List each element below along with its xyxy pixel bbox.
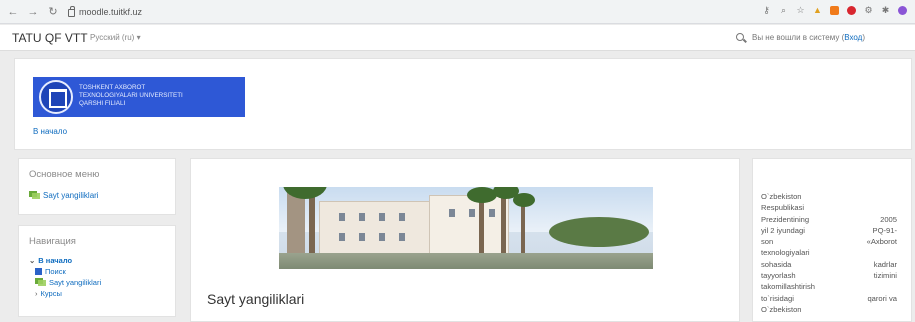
breadcrumb-home-link[interactable]: В начало <box>33 127 67 136</box>
search-square-icon <box>35 267 42 275</box>
logo-text: TOSHKENT AXBOROT TEXNOLOGIYALARI UNIVERS… <box>79 84 243 109</box>
puzzle-icon[interactable]: ✱ <box>881 6 890 15</box>
nav-news-label: Sayt yangiliklari <box>49 278 102 287</box>
reload-icon[interactable]: ↻ <box>46 5 60 19</box>
back-icon[interactable]: ← <box>6 5 20 19</box>
lock-icon <box>68 6 75 17</box>
navigation-title: Навигация <box>29 236 76 247</box>
url-text: moodle.tuitkf.uz <box>79 7 143 17</box>
news-forum-icon <box>29 191 40 199</box>
star-icon[interactable]: ☆ <box>796 6 805 15</box>
right-info-text: O`zbekiston Respublikasi Prezidentining 2… <box>761 191 897 315</box>
text-line: to`risidagi qarori va <box>761 293 897 303</box>
login-info: Вы не вошли в систему (Вход) <box>752 33 865 42</box>
news-forum-icon <box>35 278 46 286</box>
text-line: tayyorlash tizimini <box>761 271 897 281</box>
university-emblem-icon <box>39 80 73 114</box>
nav-home-node[interactable]: ⌄ В начало <box>29 256 101 267</box>
text-line: O`zbekiston <box>761 192 802 201</box>
section-title: Sayt yangiliklari <box>207 291 305 307</box>
extension-orange-icon[interactable] <box>830 6 839 15</box>
text-line: takomillashtirish <box>761 282 816 292</box>
main-menu-news-link[interactable]: Sayt yangiliklari <box>29 190 99 200</box>
nav-search-item[interactable]: Поиск <box>29 267 101 278</box>
nav-courses-item[interactable]: › Курсы <box>29 289 101 300</box>
profile-avatar-icon[interactable] <box>898 6 907 15</box>
logo-line: TOSHKENT AXBOROT <box>79 84 146 91</box>
navigation-block: Навигация ⌄ В начало Поиск Sayt yangilikl… <box>18 225 176 317</box>
chevron-down-icon: ⌄ <box>29 256 36 265</box>
text-line: Respublikasi <box>761 203 805 213</box>
main-menu-title: Основное меню <box>29 169 100 180</box>
right-info-block: O`zbekiston Respublikasi Prezidentining 2… <box>752 158 912 322</box>
text-line: sohasida kadrlar <box>761 259 897 269</box>
site-navbar: TATU QF VTT Русский (ru) ▾ Вы не вошли в… <box>0 25 915 51</box>
zoom-icon[interactable]: ⌕ <box>779 6 788 15</box>
login-link[interactable]: Вход <box>844 33 862 42</box>
key-icon[interactable]: ⚷ <box>762 6 771 15</box>
main-content: Sayt yangiliklari <box>190 158 740 322</box>
main-menu-block: Основное меню Sayt yangiliklari <box>18 158 176 215</box>
extension-gear-icon[interactable]: ⚙ <box>864 6 873 15</box>
extension-red-icon[interactable] <box>847 6 856 15</box>
extension-icons: ⚷ ⌕ ☆ ▲ ⚙ ✱ <box>762 6 907 15</box>
navigation-tree: ⌄ В начало Поиск Sayt yangiliklari › Курсы <box>29 256 101 299</box>
login-info-close: ) <box>862 33 866 42</box>
extension-warning-icon[interactable]: ▲ <box>813 6 822 15</box>
main-menu-news-label: Sayt yangiliklari <box>43 191 99 200</box>
chevron-right-icon: › <box>35 288 38 298</box>
nav-news-item[interactable]: Sayt yangiliklari <box>29 277 101 289</box>
nav-search-label: Поиск <box>45 266 66 276</box>
search-icon[interactable] <box>736 33 744 41</box>
logo-line: TEXNOLOGIYALARI UNIVERSITETI <box>79 92 183 100</box>
text-line: Prezidentining 2005 <box>761 214 897 224</box>
language-menu[interactable]: Русский (ru) ▾ <box>90 33 141 42</box>
logo-line: QARSHI FILIALI <box>79 100 126 108</box>
login-info-text: Вы не вошли в систему ( <box>752 33 845 42</box>
text-line: O`zbekiston <box>761 304 802 314</box>
browser-toolbar: ← → ↻ moodle.tuitkf.uz ⚷ ⌕ ☆ ▲ ⚙ ✱ <box>0 0 915 24</box>
text-line: texnologiyalari <box>761 248 810 258</box>
site-brand[interactable]: TATU QF VTT <box>12 31 88 45</box>
nav-courses-label: Курсы <box>40 288 62 298</box>
text-line: son «Axborot <box>761 237 897 247</box>
nav-home-label: В начало <box>38 256 73 265</box>
campus-photo <box>279 187 653 269</box>
page-header: TOSHKENT AXBOROT TEXNOLOGIYALARI UNIVERS… <box>14 58 912 150</box>
forward-icon[interactable]: → <box>26 5 40 19</box>
university-logo[interactable]: TOSHKENT AXBOROT TEXNOLOGIYALARI UNIVERS… <box>33 77 245 117</box>
text-line: yil 2 iyundagi PQ-91- <box>761 225 897 235</box>
